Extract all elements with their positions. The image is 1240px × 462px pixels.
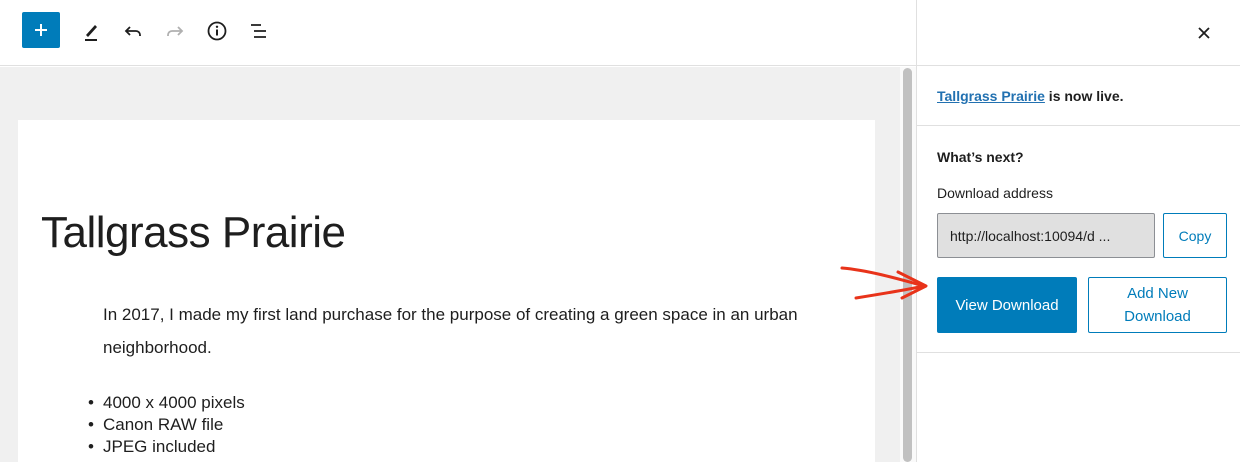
post-title[interactable]: Tallgrass Prairie (41, 208, 346, 258)
tools-button[interactable] (72, 13, 110, 49)
download-address-field[interactable] (937, 213, 1155, 258)
post-paragraph[interactable]: In 2017, I made my first land purchase f… (103, 298, 823, 364)
editor-toolbar (0, 0, 916, 66)
redo-button[interactable] (156, 13, 194, 49)
add-block-button[interactable] (22, 12, 60, 48)
publish-status: Tallgrass Prairie is now live. (917, 67, 1240, 126)
post-publish-panel: Tallgrass Prairie is now live. What’s ne… (916, 0, 1240, 462)
info-icon (207, 21, 227, 41)
details-button[interactable] (198, 13, 236, 49)
close-icon (1198, 27, 1210, 39)
close-panel-button[interactable] (1189, 18, 1219, 48)
panel-header (917, 0, 1240, 66)
plus-icon (35, 24, 47, 36)
list-view-icon (251, 24, 266, 38)
add-new-download-button[interactable]: Add New Download (1088, 277, 1227, 333)
live-status-text: is now live. (1044, 88, 1124, 104)
undo-icon (124, 26, 141, 36)
post-live-link[interactable]: Tallgrass Prairie (937, 88, 1045, 104)
post-document: Tallgrass Prairie In 2017, I made my fir… (18, 120, 875, 462)
view-download-button[interactable]: View Download (937, 277, 1077, 333)
editor-canvas: Tallgrass Prairie In 2017, I made my fir… (0, 67, 900, 462)
list-item: 4000 x 4000 pixels (88, 392, 245, 414)
whats-next-panel: What’s next? Download address Copy View … (917, 127, 1240, 353)
pencil-icon (85, 25, 97, 41)
list-item: Canon RAW file (88, 414, 245, 436)
undo-button[interactable] (114, 13, 152, 49)
editor-app: Tallgrass Prairie In 2017, I made my fir… (0, 0, 1240, 462)
list-item: JPEG included (88, 436, 245, 458)
list-view-button[interactable] (240, 13, 278, 49)
post-bullet-list[interactable]: 4000 x 4000 pixels Canon RAW file JPEG i… (88, 392, 245, 458)
download-address-label: Download address (937, 185, 1053, 201)
copy-button[interactable]: Copy (1163, 213, 1227, 258)
redo-icon (167, 26, 184, 36)
whats-next-heading: What’s next? (937, 149, 1024, 165)
annotation-arrow (840, 266, 928, 300)
